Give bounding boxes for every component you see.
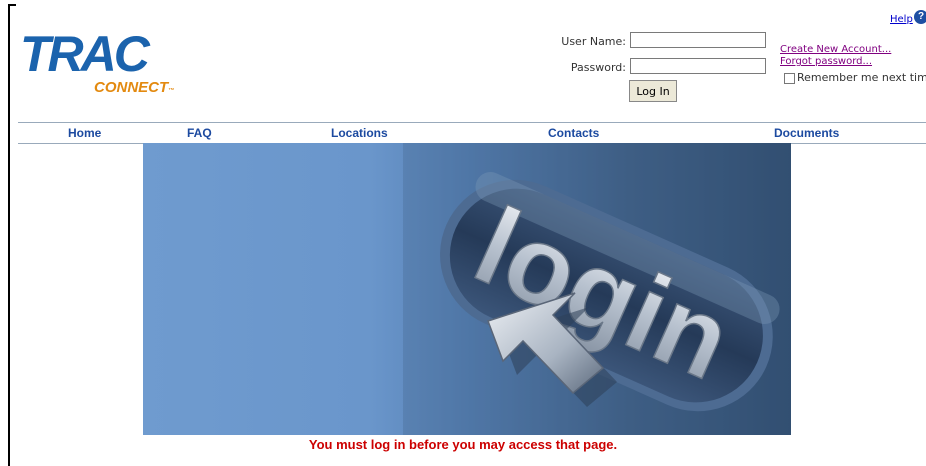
nav-locations[interactable]: Locations — [331, 126, 388, 140]
logo-trac-text: TRAC — [20, 26, 150, 82]
password-input[interactable] — [630, 58, 766, 74]
frame-left-border — [8, 4, 10, 466]
trac-connect-logo: TRAC CONNECT™ — [18, 26, 183, 101]
remember-me-label: Remember me next time — [797, 71, 926, 84]
logo-connect-text: CONNECT™ — [94, 79, 174, 96]
hero-graphic: login — [143, 143, 791, 435]
frame-corner-mark — [8, 4, 16, 6]
main-nav: Home FAQ Locations Contacts Documents — [18, 122, 926, 144]
question-icon[interactable]: ? — [914, 10, 926, 24]
username-input[interactable] — [630, 32, 766, 48]
access-error-message: You must log in before you may access th… — [308, 437, 618, 452]
nav-home[interactable]: Home — [68, 126, 101, 140]
nav-contacts[interactable]: Contacts — [548, 126, 599, 140]
logo-connect-word: CONNECT — [94, 79, 169, 96]
password-label: Password: — [570, 61, 626, 74]
help-link[interactable]: Help — [890, 14, 913, 25]
login-button[interactable]: Log In — [629, 80, 677, 102]
nav-faq[interactable]: FAQ — [187, 126, 212, 140]
logo-trademark: ™ — [168, 88, 175, 94]
remember-me-checkbox[interactable] — [784, 73, 795, 84]
create-account-link[interactable]: Create New Account... — [780, 44, 891, 55]
login-hero-image: login — [143, 143, 791, 435]
forgot-password-link[interactable]: Forgot password... — [780, 56, 872, 67]
username-label: User Name: — [561, 35, 626, 48]
nav-documents[interactable]: Documents — [774, 126, 839, 140]
